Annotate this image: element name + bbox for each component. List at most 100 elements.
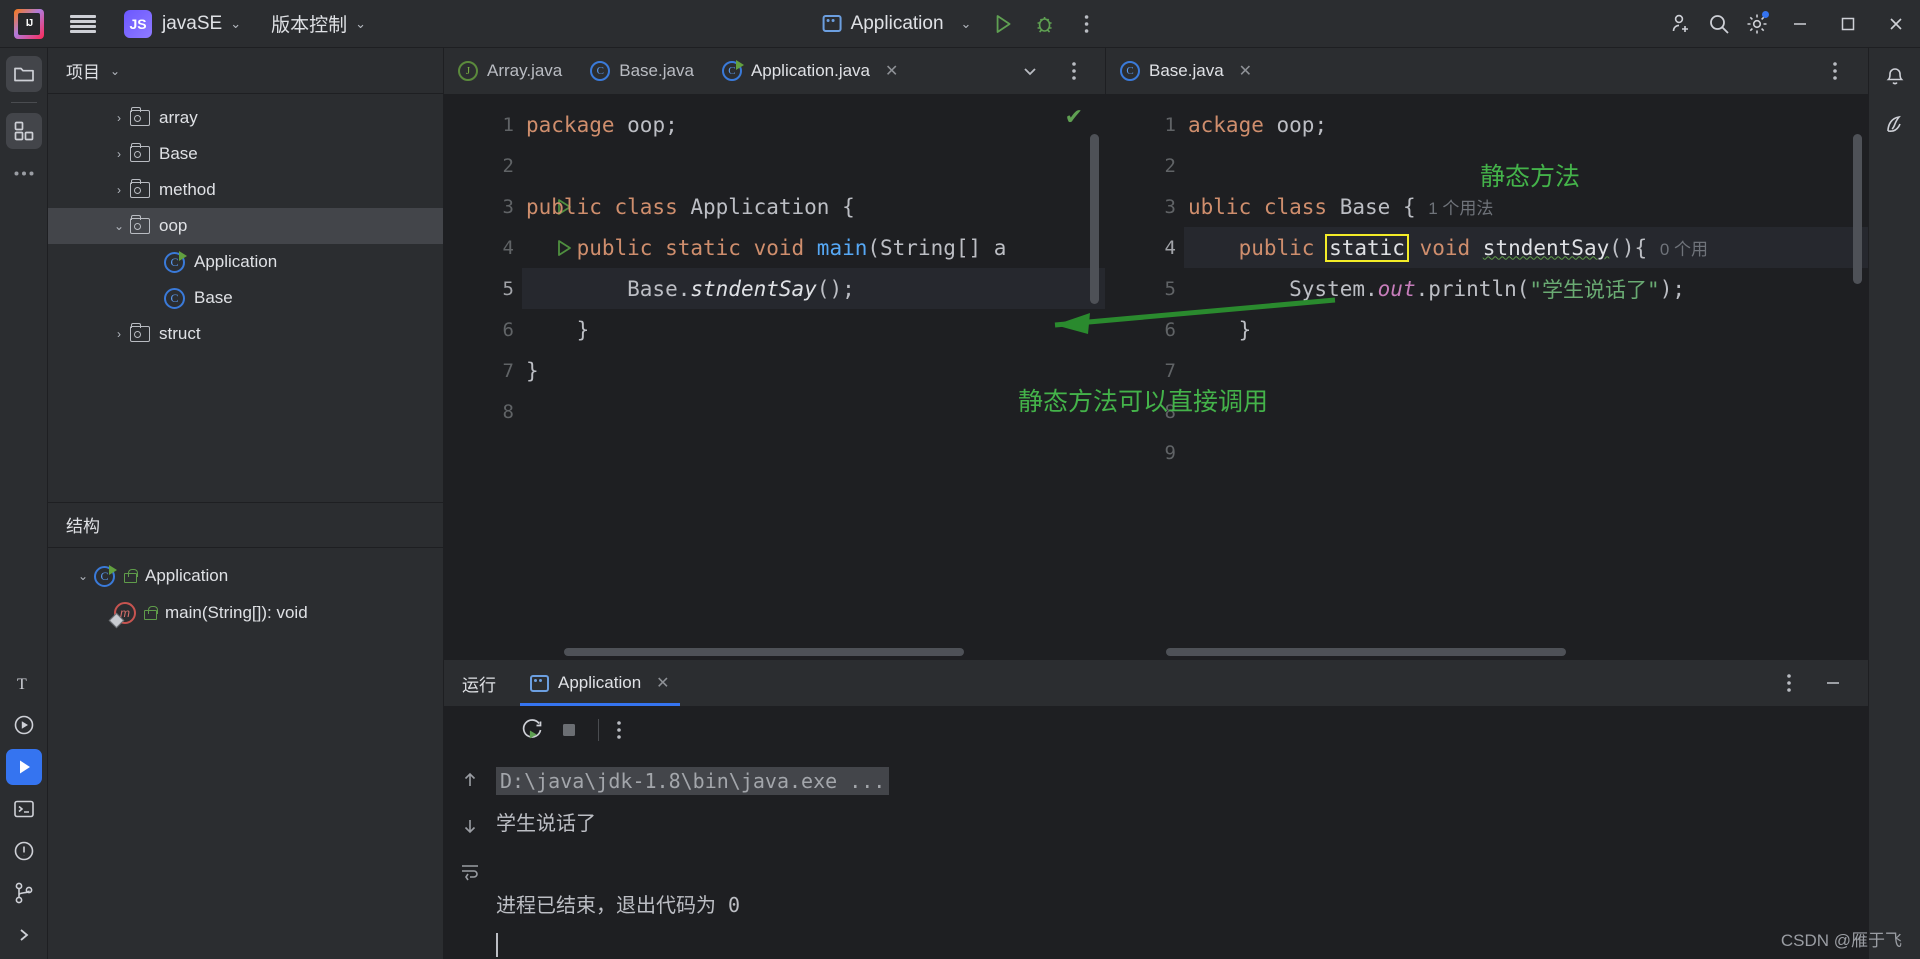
line-number: 1 — [1164, 113, 1176, 136]
code-line[interactable]: System. out .println("学生说话了"); — [1184, 268, 1868, 309]
runnable-class-icon: C — [164, 250, 187, 273]
run-button[interactable] — [983, 5, 1021, 43]
class-icon: C — [590, 61, 611, 81]
chevron-right-icon[interactable]: › — [108, 183, 130, 197]
minimize-icon[interactable] — [1776, 0, 1824, 48]
chevron-right-icon[interactable]: › — [108, 111, 130, 125]
stop-icon[interactable] — [558, 719, 580, 741]
maximize-icon[interactable] — [1824, 0, 1872, 48]
code-line[interactable] — [1184, 391, 1868, 432]
debug-button[interactable] — [1025, 5, 1063, 43]
rerun-icon[interactable] — [520, 718, 544, 742]
code-line[interactable]: Base. stndentSay (); — [522, 268, 1105, 309]
code-line[interactable] — [1184, 350, 1868, 391]
structure-node[interactable]: ⌄ C Application — [48, 558, 443, 595]
tree-node-base[interactable]: › Base — [48, 136, 443, 172]
project-selector[interactable]: JS javaSE ⌄ — [124, 9, 241, 38]
console-command: D:\java\jdk-1.8\bin\java.exe ... — [496, 766, 890, 795]
search-icon[interactable] — [1700, 5, 1738, 43]
editor-tab-base-java[interactable]: C Base.java — [576, 48, 708, 94]
rail-project-button[interactable] — [5, 56, 42, 92]
tree-node-struct[interactable]: › struct — [48, 316, 443, 352]
code-viewport-left[interactable]: 1 2 34 5 6 7 8 package oop; public class Appli… — [444, 94, 1105, 645]
rail-run-widget-icon[interactable] — [6, 707, 42, 743]
ide-window: IJ JS javaSE ⌄ 版本控制 ⌄ Application ⌄ T 项目… — [0, 0, 1920, 959]
code-line[interactable]: public class Application { — [522, 186, 1105, 227]
code-line[interactable]: } — [1184, 309, 1868, 350]
run-toolbar: Application ⌄ — [815, 5, 1106, 43]
horizontal-scrollbar-left[interactable] — [444, 645, 1105, 659]
run-panel-minimize-icon[interactable] — [1814, 664, 1852, 702]
code-line[interactable]: } — [522, 309, 1105, 350]
soft-wrap-icon[interactable] — [452, 854, 488, 890]
more-vertical-icon[interactable] — [1816, 52, 1854, 90]
line-number: 2 — [1164, 154, 1176, 177]
project-panel-header[interactable]: 项目 ⌄ — [48, 48, 443, 94]
structure-panel-header[interactable]: 结构 — [48, 501, 443, 548]
close-icon[interactable]: ✕ — [656, 673, 669, 693]
code-line[interactable]: public static void stndentSay(){ 0 个用 — [1184, 227, 1868, 268]
left-tool-rail: T — [0, 48, 48, 959]
tree-node-base[interactable]: C Base — [48, 280, 443, 316]
run-panel-header: 运行 Application ✕ — [444, 660, 1868, 706]
java-file-icon: J — [458, 61, 478, 81]
rail-run-button[interactable] — [5, 749, 42, 785]
class-icon: C — [164, 287, 185, 309]
scroll-up-icon[interactable] — [452, 762, 488, 798]
code-line[interactable]: ackage oop; — [1184, 104, 1868, 145]
editor-tab-base-java[interactable]: C Base.java ✕ — [1106, 48, 1267, 94]
tree-node-application[interactable]: C Application — [48, 244, 443, 280]
vertical-scrollbar-right[interactable] — [1853, 134, 1862, 284]
add-user-icon[interactable] — [1662, 5, 1700, 43]
close-icon[interactable]: ✕ — [1239, 61, 1252, 81]
chevron-right-icon[interactable]: › — [108, 147, 130, 161]
main-menu-icon[interactable] — [70, 13, 96, 35]
ai-assistant-icon[interactable] — [1877, 106, 1913, 142]
console-caret — [496, 924, 1868, 959]
rail-vcs-icon[interactable] — [6, 875, 42, 911]
vcs-menu[interactable]: 版本控制 ⌄ — [271, 10, 366, 37]
tree-node-array[interactable]: › array — [48, 100, 443, 136]
rail-expand-icon[interactable] — [6, 917, 42, 953]
chevron-down-icon[interactable]: ⌄ — [72, 569, 94, 583]
rail-more-icon[interactable] — [6, 155, 42, 191]
chevron-right-icon[interactable]: › — [108, 327, 130, 341]
editor-tab-array-java[interactable]: J Array.java — [444, 48, 576, 94]
code-line[interactable]: public static void main (String[] a — [522, 227, 1105, 268]
tree-node-method[interactable]: › method — [48, 172, 443, 208]
tab-label: Base.java — [619, 61, 694, 80]
code-content-left[interactable]: package oop; public class Application { … — [522, 94, 1105, 645]
run-tab-application[interactable]: Application ✕ — [520, 660, 680, 706]
chevron-down-icon[interactable] — [1011, 52, 1049, 90]
rail-problems-icon[interactable] — [6, 833, 42, 869]
close-icon[interactable] — [1872, 0, 1920, 48]
tree-node-oop[interactable]: ⌄ oop — [48, 208, 443, 244]
project-name-label: javaSE — [162, 12, 223, 34]
code-line[interactable] — [522, 145, 1105, 186]
scroll-down-icon[interactable] — [452, 808, 488, 844]
settings-icon[interactable] — [1738, 5, 1776, 43]
horizontal-scrollbar-right[interactable] — [1106, 645, 1868, 659]
notifications-bell-icon[interactable] — [1877, 58, 1913, 94]
chevron-down-icon[interactable]: ⌄ — [108, 219, 130, 233]
vertical-scrollbar-left[interactable] — [1090, 134, 1099, 304]
rail-terminal-icon[interactable] — [6, 791, 42, 827]
code-line[interactable] — [1184, 432, 1868, 473]
run-configuration-selector[interactable]: Application ⌄ — [815, 9, 980, 39]
class-icon: C — [1120, 61, 1140, 81]
structure-node[interactable]: m main(String[]): void — [48, 595, 443, 632]
rail-text-tool-icon[interactable]: T — [6, 665, 42, 701]
rail-structure-button[interactable] — [5, 113, 42, 149]
run-panel-more-icon[interactable] — [1770, 664, 1808, 702]
close-icon[interactable]: ✕ — [885, 61, 898, 81]
run-tool-window: 运行 Application ✕ D:\java\jdk-1.8\bin\jav… — [444, 659, 1868, 959]
code-line[interactable]: package oop; — [522, 104, 1105, 145]
editor-tabs-right: C Base.java ✕ — [1106, 48, 1868, 94]
console-more-icon[interactable] — [617, 721, 621, 739]
run-panel-title: 运行 — [462, 675, 496, 695]
tree-node-label: Application — [194, 252, 278, 271]
more-vertical-icon[interactable] — [1055, 52, 1093, 90]
more-run-options-icon[interactable] — [1067, 5, 1105, 43]
console-output[interactable]: D:\java\jdk-1.8\bin\java.exe ... 学生说话了 进程… — [496, 754, 1868, 959]
editor-tab-application-java[interactable]: C Application.java ✕ — [707, 48, 913, 94]
